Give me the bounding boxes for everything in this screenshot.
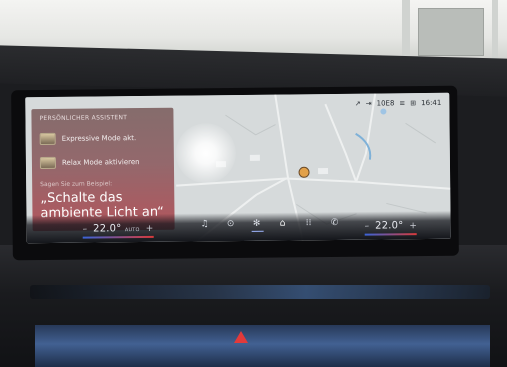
driver-temperature: 22.0° AUTO — [93, 223, 140, 234]
music-icon[interactable]: ♫ — [199, 219, 211, 229]
assistant-title: PERSÖNLICHER ASSISTENT — [39, 114, 128, 123]
temperature-unit: ° — [116, 223, 122, 235]
temperature-value: 22.0 — [93, 223, 117, 235]
active-tab-indicator — [251, 230, 264, 232]
temp-increase-button[interactable]: + — [146, 223, 154, 233]
background-sign — [418, 8, 484, 56]
navigation-arrow-icon: ↗ — [354, 99, 361, 108]
temp-increase-button[interactable]: + — [409, 221, 417, 231]
status-text: 10E8 — [376, 99, 395, 108]
personal-assistant-panel: PERSÖNLICHER ASSISTENT Expressive Mode a… — [31, 107, 175, 232]
temperature-unit: ° — [398, 220, 404, 232]
temp-decrease-button[interactable]: – — [365, 221, 370, 231]
ambient-trim — [30, 285, 490, 299]
media-status-icon: ⇥ — [365, 99, 372, 108]
fan-icon[interactable]: ✻ — [251, 219, 263, 229]
expressive-mode-option[interactable]: Expressive Mode akt. — [39, 130, 137, 147]
option-label: Relax Mode aktivieren — [61, 158, 140, 167]
clock: 16:41 — [421, 98, 442, 108]
infotainment-screen: ↗ ⇥ 10E8 ≡ ⊞ 16:41 PERSÖNLICHER ASSISTEN… — [25, 92, 451, 244]
temperature-value: 22.0 — [375, 220, 399, 232]
phone-icon[interactable]: ⊙ — [225, 219, 237, 229]
mode-thumbnail-icon — [39, 132, 56, 146]
climate-mode: AUTO — [124, 227, 140, 234]
signal-icon: ≡ — [399, 99, 406, 108]
handset-icon[interactable]: ✆ — [329, 218, 341, 228]
home-icon[interactable]: ⌂ — [277, 218, 289, 229]
sun-glare — [175, 123, 237, 184]
temp-decrease-button[interactable]: – — [83, 224, 88, 234]
driver-temperature-control: – 22.0° AUTO + — [83, 223, 154, 239]
relax-mode-option[interactable]: Relax Mode aktivieren — [39, 154, 140, 171]
passenger-temperature: 22.0° — [375, 220, 403, 231]
photo-scene: ↗ ⇥ 10E8 ≡ ⊞ 16:41 PERSÖNLICHER ASSISTEN… — [0, 0, 507, 367]
notification-icon: ⊞ — [410, 99, 417, 108]
grid-icon[interactable]: ⁞⁞ — [303, 218, 315, 228]
position-marker — [298, 166, 310, 178]
passenger-temperature-control: – 22.0° + — [365, 220, 418, 236]
status-bar: ↗ ⇥ 10E8 ≡ ⊞ 16:41 — [355, 97, 442, 110]
suggestion-line: „Schalte das — [40, 190, 123, 207]
assistant-hint: Sagen Sie zum Beispiel: — [40, 180, 113, 189]
app-dock: ♫ ⊙ ✻ ⌂ ⁞⁞ ✆ — [199, 218, 341, 232]
mode-thumbnail-icon — [39, 156, 56, 170]
hazard-button[interactable] — [234, 331, 248, 343]
option-label: Expressive Mode akt. — [61, 134, 137, 143]
center-console — [35, 325, 490, 367]
